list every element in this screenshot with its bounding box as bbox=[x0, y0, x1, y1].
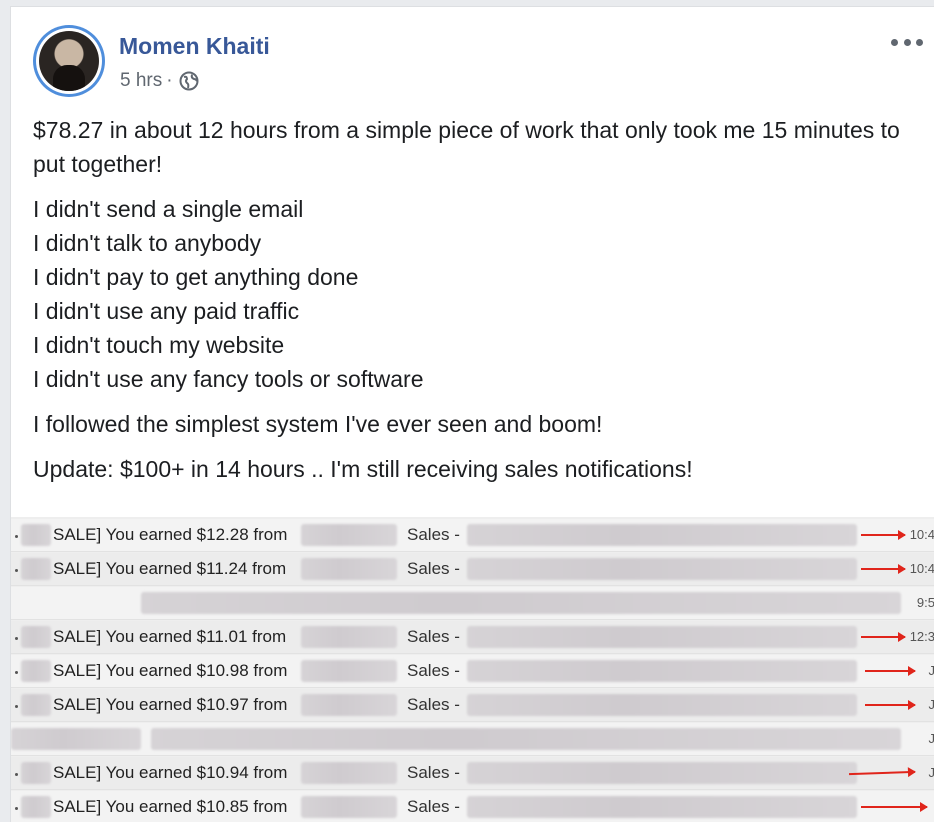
email-folder: Sales - bbox=[407, 797, 460, 817]
more-dot-icon bbox=[904, 39, 911, 46]
email-screenshot: SALE] You earned $12.28 from Sales - 10:… bbox=[11, 517, 934, 822]
email-folder: Sales - bbox=[407, 627, 460, 647]
email-time: 12:3 bbox=[910, 629, 934, 644]
post-line: I didn't touch my website bbox=[33, 328, 913, 362]
email-folder: Sales - bbox=[407, 525, 460, 545]
email-time: 10:4 bbox=[910, 527, 934, 542]
email-row: SALE] You earned $10.98 from Sales - J bbox=[11, 655, 934, 688]
meta-separator: · bbox=[166, 70, 172, 92]
email-row: SALE] You earned $11.01 from Sales - 12:… bbox=[11, 621, 934, 654]
more-options-button[interactable] bbox=[891, 33, 923, 51]
email-time: J bbox=[929, 731, 934, 746]
red-arrow-icon bbox=[861, 636, 905, 638]
author-name[interactable]: Momen Khaiti bbox=[119, 33, 270, 60]
email-folder: Sales - bbox=[407, 661, 460, 681]
red-arrow-icon bbox=[849, 771, 915, 775]
globe-icon[interactable] bbox=[179, 71, 199, 91]
post-line: I didn't use any paid traffic bbox=[33, 294, 913, 328]
more-dot-icon bbox=[916, 39, 923, 46]
email-row: SALE] You earned $11.24 from Sales - 10:… bbox=[11, 553, 934, 586]
avatar-photo bbox=[39, 31, 99, 91]
post-line: I followed the simplest system I've ever… bbox=[33, 407, 913, 441]
post-line: Update: $100+ in 14 hours .. I'm still r… bbox=[33, 452, 913, 486]
email-subject: SALE] You earned $10.98 from bbox=[53, 661, 287, 681]
post-line: I didn't use any fancy tools or software bbox=[33, 362, 913, 396]
post-line: $78.27 in about 12 hours from a simple p… bbox=[33, 113, 913, 181]
red-arrow-icon bbox=[861, 568, 905, 570]
post-body: $78.27 in about 12 hours from a simple p… bbox=[33, 113, 913, 486]
post-time[interactable]: 5 hrs bbox=[120, 70, 162, 92]
email-row: 9:5 bbox=[11, 587, 934, 620]
post-line: I didn't pay to get anything done bbox=[33, 260, 913, 294]
more-dot-icon bbox=[891, 39, 898, 46]
email-time: J bbox=[929, 697, 934, 712]
email-time: J bbox=[929, 663, 934, 678]
email-row: SALE] You earned $10.97 from Sales - J bbox=[11, 689, 934, 722]
email-row: SALE] You earned $10.94 from Sales - J bbox=[11, 757, 934, 790]
email-time: 9:5 bbox=[917, 595, 934, 610]
email-subject: SALE] You earned $11.24 from bbox=[53, 559, 286, 579]
email-row: SALE] You earned $10.85 from Sales - bbox=[11, 791, 934, 822]
email-subject: SALE] You earned $10.85 from bbox=[53, 797, 287, 817]
email-folder: Sales - bbox=[407, 559, 460, 579]
red-arrow-icon bbox=[861, 534, 905, 536]
post-line: I didn't talk to anybody bbox=[33, 226, 913, 260]
email-subject: SALE] You earned $11.01 from bbox=[53, 627, 286, 647]
avatar[interactable] bbox=[33, 25, 105, 97]
red-arrow-icon bbox=[865, 704, 915, 706]
post-card: Momen Khaiti 5 hrs · $78.27 in about 12 … bbox=[10, 6, 934, 822]
email-folder: Sales - bbox=[407, 695, 460, 715]
red-arrow-icon bbox=[861, 806, 927, 808]
email-subject: SALE] You earned $10.94 from bbox=[53, 763, 287, 783]
post-meta: 5 hrs · bbox=[120, 70, 199, 92]
email-time: 10:4 bbox=[910, 561, 934, 576]
red-arrow-icon bbox=[865, 670, 915, 672]
post-line: I didn't send a single email bbox=[33, 192, 913, 226]
email-folder: Sales - bbox=[407, 763, 460, 783]
email-subject: SALE] You earned $12.28 from bbox=[53, 525, 287, 545]
email-row: J bbox=[11, 723, 934, 756]
email-row: SALE] You earned $12.28 from Sales - 10:… bbox=[11, 519, 934, 552]
email-subject: SALE] You earned $10.97 from bbox=[53, 695, 287, 715]
email-time: J bbox=[929, 765, 934, 780]
